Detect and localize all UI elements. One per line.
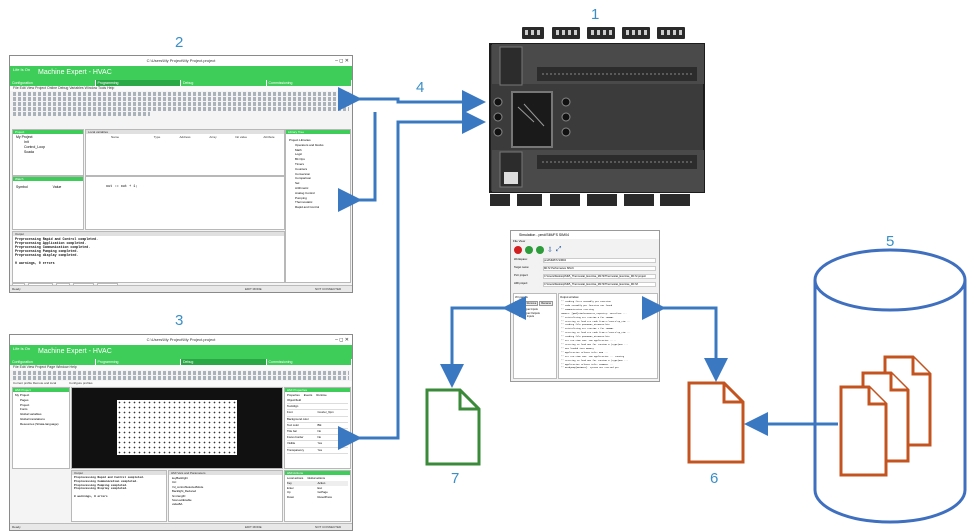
connection-arrows bbox=[338, 87, 838, 450]
arrow-prog-to-plc bbox=[338, 87, 486, 114]
arrow-prog-link bbox=[338, 112, 377, 212]
arrow-sim-to-doc6 bbox=[642, 296, 728, 382]
arrow-sim-to-doc7 bbox=[440, 296, 526, 388]
